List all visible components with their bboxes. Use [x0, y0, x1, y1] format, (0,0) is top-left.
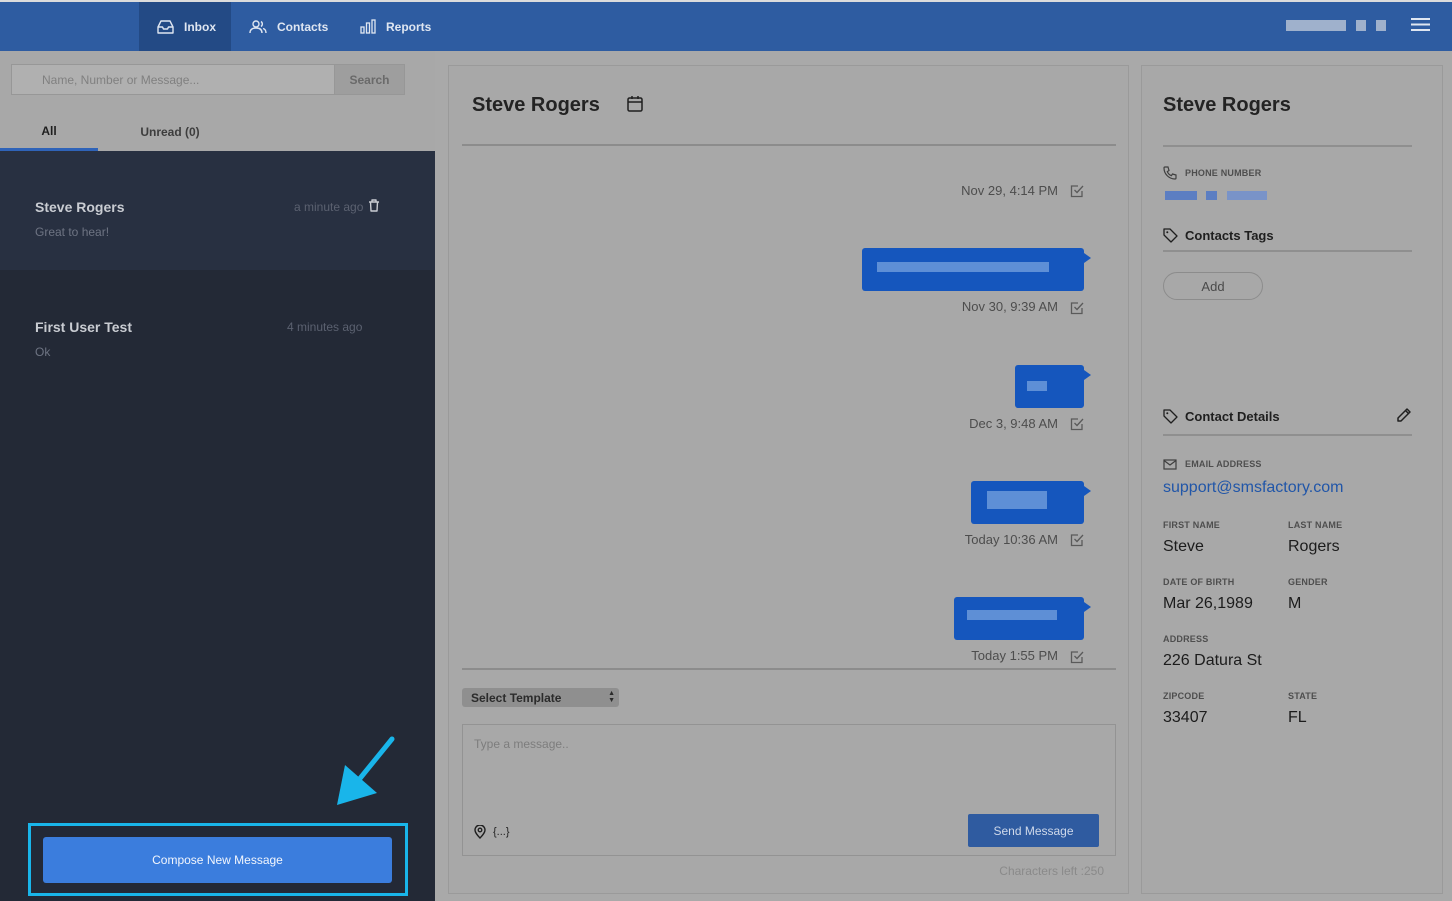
address-label: ADDRESS — [1163, 634, 1209, 644]
template-select-value: Select Template — [471, 690, 562, 705]
search-input[interactable] — [11, 64, 335, 95]
conversation-time: a minute ago — [294, 200, 364, 214]
edit-check-icon[interactable] — [1070, 533, 1084, 547]
message-timestamp: Nov 30, 9:39 AM — [961, 299, 1058, 314]
nav-tab-inbox[interactable]: Inbox — [139, 2, 231, 51]
message-timestamp: Today 10:36 AM — [964, 532, 1058, 547]
conversation-panel: Steve Rogers Nov 29, 4:14 PM Nov 30, 9:3… — [448, 65, 1129, 894]
location-pin-icon[interactable] — [474, 825, 486, 839]
conversation-item[interactable]: First User Test 4 minutes ago Ok — [0, 270, 435, 389]
message-bubble[interactable] — [971, 481, 1091, 524]
account-name-redacted — [1376, 20, 1386, 31]
message-input[interactable]: Type a message.. — [474, 737, 569, 751]
sidebar-header: Search All Unread (0) — [0, 51, 435, 151]
tag-icon — [1163, 409, 1178, 424]
message-timestamp: Dec 3, 9:48 AM — [969, 416, 1058, 431]
reports-icon — [360, 19, 376, 34]
calendar-icon[interactable] — [627, 95, 643, 112]
contact-details-title: Contact Details — [1185, 409, 1280, 424]
select-arrows-icon: ▲ ▼ — [608, 690, 615, 704]
envelope-icon — [1163, 459, 1177, 470]
contact-info-panel: Steve Rogers PHONE NUMBER Contacts Tags … — [1141, 65, 1443, 894]
compose-new-message-button[interactable]: Compose New Message — [43, 837, 392, 883]
edit-check-icon[interactable] — [1070, 650, 1084, 664]
message-timestamp: Today 1:55 PM — [971, 648, 1058, 663]
conversation-item[interactable]: Steve Rogers a minute ago Great to hear! — [0, 151, 435, 270]
pencil-icon[interactable] — [1396, 407, 1412, 423]
tag-icon — [1163, 228, 1178, 243]
email-link[interactable]: support@smsfactory.com — [1163, 479, 1343, 497]
nav-tab-label: Reports — [386, 19, 432, 34]
divider — [1163, 434, 1412, 436]
gender-label: GENDER — [1288, 577, 1328, 587]
redacted-message-text — [967, 610, 1057, 620]
tab-unread[interactable]: Unread (0) — [120, 113, 220, 151]
conversation-name: Steve Rogers — [35, 199, 125, 215]
conversation-title: Steve Rogers — [472, 94, 600, 116]
contact-tags-title: Contacts Tags — [1185, 228, 1274, 243]
address-value: 226 Datura St — [1163, 652, 1262, 669]
gender-value: M — [1288, 595, 1302, 612]
message-bubble[interactable] — [954, 597, 1091, 640]
message-bubble[interactable] — [1015, 365, 1091, 408]
first-name-label: FIRST NAME — [1163, 520, 1220, 530]
contacts-icon — [249, 19, 267, 33]
message-bubble[interactable] — [862, 248, 1091, 291]
message-timestamp: Nov 29, 4:14 PM — [961, 183, 1058, 198]
divider — [462, 144, 1116, 146]
last-name-label: LAST NAME — [1288, 520, 1343, 530]
zipcode-label: ZIPCODE — [1163, 691, 1205, 701]
edit-check-icon[interactable] — [1070, 184, 1084, 198]
contact-name: Steve Rogers — [1163, 94, 1291, 116]
account-name-redacted — [1356, 20, 1366, 31]
divider — [462, 668, 1116, 670]
add-tag-button[interactable]: Add — [1163, 272, 1263, 300]
nav-tab-label: Contacts — [277, 19, 329, 34]
conversation-preview: Great to hear! — [35, 225, 110, 239]
dob-value: Mar 26,1989 — [1163, 595, 1253, 612]
trash-icon[interactable] — [368, 199, 380, 212]
email-label: EMAIL ADDRESS — [1185, 459, 1262, 469]
dob-label: DATE OF BIRTH — [1163, 577, 1235, 587]
insert-variables-button[interactable]: {...} — [493, 826, 510, 838]
send-message-button[interactable]: Send Message — [968, 814, 1099, 847]
tab-all[interactable]: All — [0, 113, 98, 151]
template-select[interactable]: Select Template ▲ ▼ — [462, 688, 619, 707]
redacted-phone-number — [1165, 191, 1197, 200]
divider — [1163, 145, 1412, 147]
state-label: STATE — [1288, 691, 1318, 701]
hamburger-icon[interactable] — [1411, 17, 1430, 32]
redacted-phone-number — [1227, 191, 1267, 200]
last-name-value: Rogers — [1288, 538, 1340, 555]
zipcode-value: 33407 — [1163, 709, 1208, 726]
first-name-value: Steve — [1163, 538, 1204, 555]
redacted-phone-number — [1206, 191, 1217, 200]
conversation-preview: Ok — [35, 345, 51, 359]
account-name-redacted[interactable] — [1286, 20, 1346, 31]
edit-check-icon[interactable] — [1070, 417, 1084, 431]
divider — [1163, 250, 1412, 252]
nav-tab-contacts[interactable]: Contacts — [249, 2, 339, 51]
message-compose-box[interactable]: Type a message.. {...} Send Message — [462, 724, 1116, 856]
phone-number-label: PHONE NUMBER — [1185, 168, 1262, 178]
state-value: FL — [1288, 709, 1307, 726]
phone-icon — [1163, 166, 1177, 180]
characters-left-counter: Characters left :250 — [999, 864, 1104, 878]
inbox-icon — [157, 19, 174, 34]
redacted-message-text — [877, 262, 1049, 272]
search-button[interactable]: Search — [334, 64, 405, 95]
redacted-message-text — [987, 491, 1047, 509]
edit-check-icon[interactable] — [1070, 301, 1084, 315]
top-navigation-bar: Inbox Contacts Reports — [0, 0, 1452, 51]
nav-tab-label: Inbox — [184, 19, 216, 34]
conversation-name: First User Test — [35, 319, 132, 335]
conversation-time: 4 minutes ago — [287, 320, 363, 334]
pointer-arrow-icon — [337, 736, 395, 805]
redacted-message-text — [1027, 381, 1047, 391]
nav-tab-reports[interactable]: Reports — [360, 2, 450, 51]
